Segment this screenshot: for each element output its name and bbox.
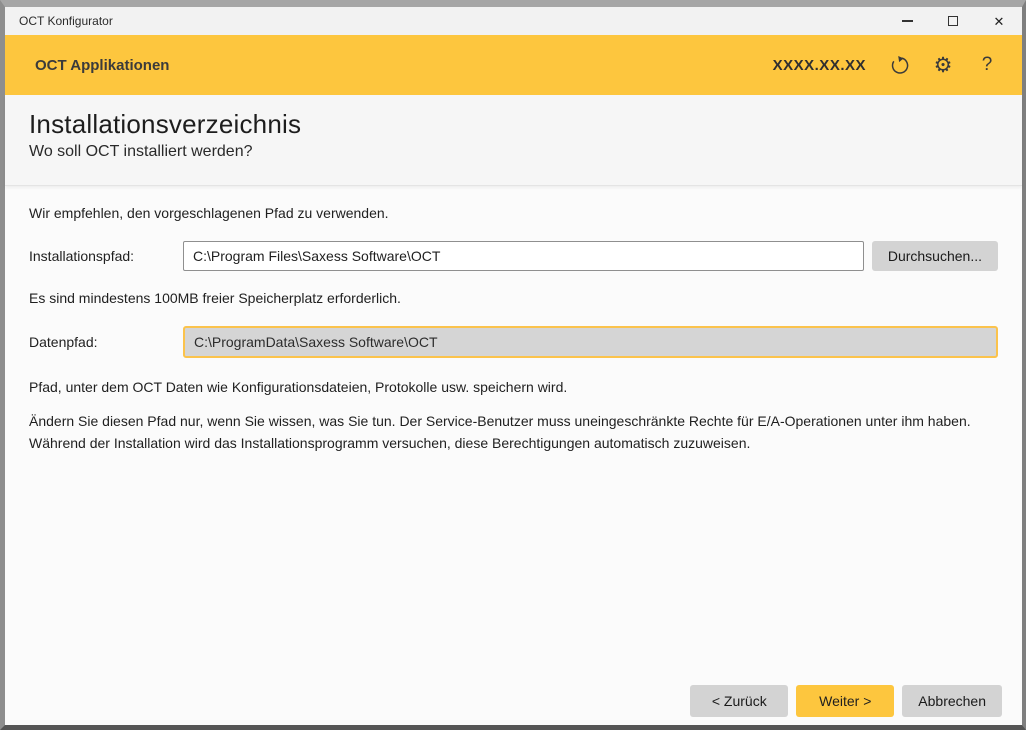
data-path-row: Datenpfad: [29, 326, 998, 358]
browse-button[interactable]: Durchsuchen... [872, 241, 998, 271]
installer-window: OCT Konfigurator ✕ OCT Applikationen XXX… [0, 0, 1026, 730]
warning-text: Ändern Sie diesen Pfad nur, wenn Sie wis… [29, 410, 998, 454]
window-controls: ✕ [884, 7, 1022, 35]
intro-text: Wir empfehlen, den vorgeschlagenen Pfad … [29, 204, 998, 223]
footer-buttons: < Zurück Weiter > Abbrechen [5, 685, 1022, 725]
app-header: OCT Applikationen XXXX.XX.XX ⚙ ? [5, 35, 1022, 95]
data-path-label: Datenpfad: [29, 334, 183, 350]
titlebar: OCT Konfigurator ✕ [5, 7, 1022, 35]
window-title: OCT Konfigurator [5, 14, 884, 28]
app-title: OCT Applikationen [35, 57, 773, 74]
install-path-row: Installationspfad: Durchsuchen... [29, 241, 998, 271]
close-button[interactable]: ✕ [976, 7, 1022, 35]
settings-gear-icon[interactable]: ⚙ [932, 54, 954, 76]
help-icon[interactable]: ? [976, 54, 998, 76]
minimize-icon [902, 20, 913, 22]
page-heading: Installationsverzeichnis Wo soll OCT ins… [5, 95, 1022, 186]
maximize-button[interactable] [930, 7, 976, 35]
refresh-icon[interactable] [888, 54, 910, 76]
data-path-note: Pfad, unter dem OCT Daten wie Konfigurat… [29, 378, 998, 397]
back-button[interactable]: < Zurück [690, 685, 788, 717]
version-label: XXXX.XX.XX [773, 57, 866, 74]
install-path-input[interactable] [183, 241, 864, 271]
cancel-button[interactable]: Abbrechen [902, 685, 1002, 717]
next-button[interactable]: Weiter > [796, 685, 894, 717]
close-icon: ✕ [994, 15, 1005, 28]
install-path-label: Installationspfad: [29, 248, 183, 264]
app-header-actions: XXXX.XX.XX ⚙ ? [773, 54, 998, 76]
disk-space-note: Es sind mindestens 100MB freier Speicher… [29, 289, 998, 308]
data-path-input[interactable] [183, 326, 998, 358]
content-area: Wir empfehlen, den vorgeschlagenen Pfad … [5, 186, 1022, 685]
maximize-icon [948, 16, 958, 26]
page-subtitle: Wo soll OCT installiert werden? [29, 143, 998, 161]
minimize-button[interactable] [884, 7, 930, 35]
page-title: Installationsverzeichnis [29, 109, 998, 140]
